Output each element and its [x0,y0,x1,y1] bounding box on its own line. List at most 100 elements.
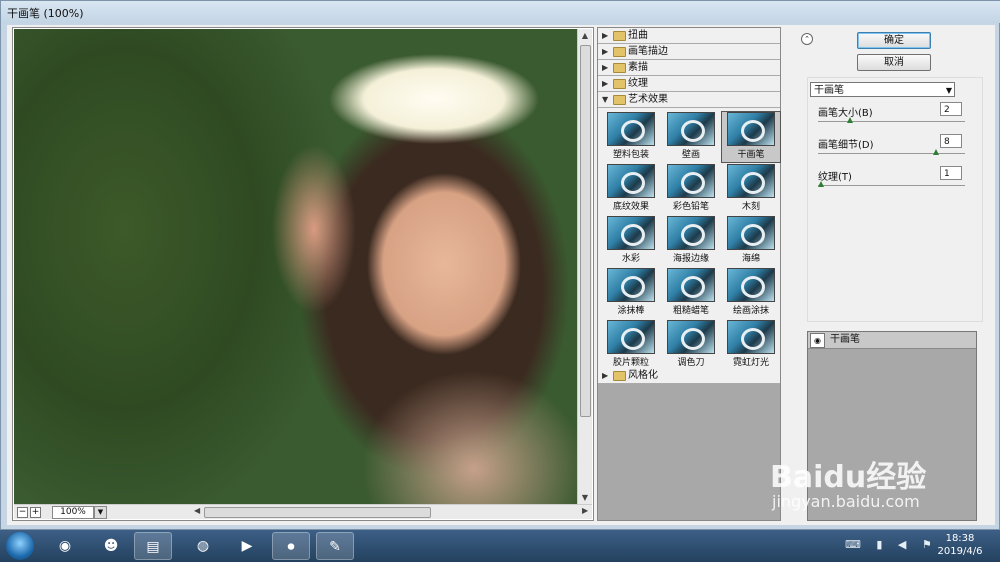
filter-name: 彩色铅笔 [672,202,709,212]
filter-neon-glow[interactable]: 霓虹灯光 [722,320,780,370]
filter-poster-edges[interactable]: 海报边缘 [662,216,720,266]
param-brush-detail: 画笔细节(D) 8 [818,134,968,166]
filter-thumbnail [667,112,715,146]
slider-track[interactable] [818,185,965,186]
category-label: 艺术效果 [628,94,668,105]
category-label: 纹理 [628,78,648,89]
category-artistic[interactable]: ▼ 艺术效果 [598,92,780,108]
qq-app-icon[interactable]: ☻ [92,532,130,560]
expand-arrow-icon[interactable]: ▶ [602,44,608,59]
filter-thumbnail [607,164,655,198]
category-sketch[interactable]: ▶ 素描 [598,60,780,76]
filter-name: 胶片颗粒 [612,358,649,368]
filter-watercolor[interactable]: 水彩 [602,216,660,266]
zoom-value[interactable]: 100% [52,506,94,519]
window-title: 干画笔 (100%) [7,7,84,20]
expand-arrow-icon[interactable]: ▶ [602,368,608,383]
scroll-left-icon[interactable]: ◀ [194,506,200,515]
preview-pane: ▲ ▼ − + 100% ▼ ◀ ▶ [12,27,594,521]
expand-arrow-icon[interactable]: ▶ [602,60,608,75]
filter-name: 调色刀 [677,358,705,368]
photoshop-app-icon[interactable]: ✎ [316,532,354,560]
start-button[interactable] [6,532,34,560]
slider-knob[interactable] [933,149,940,155]
zoom-in-button[interactable]: + [30,507,41,518]
vertical-scroll-thumb[interactable] [580,45,591,417]
clock[interactable]: 18:38 2019/4/6 [932,532,988,558]
eye-icon[interactable]: ◉ [810,333,825,348]
category-label: 扭曲 [628,30,648,41]
slider-track[interactable] [818,153,965,154]
param-value-input[interactable]: 2 [940,102,962,116]
cancel-button[interactable]: 取消 [857,54,931,71]
filter-plastic-wrap[interactable]: 塑料包装 [602,112,660,162]
filter-thumbnail [727,112,775,146]
slider-knob[interactable] [846,117,853,123]
category-brush-strokes[interactable]: ▶ 画笔描边 [598,44,780,60]
filter-colored-pencil[interactable]: 彩色铅笔 [662,164,720,214]
filter-palette-knife[interactable]: 调色刀 [662,320,720,370]
folder-icon [613,371,626,381]
scroll-right-icon[interactable]: ▶ [582,506,588,515]
param-brush-size: 画笔大小(B) 2 [818,102,968,134]
recorder-app-icon[interactable]: ⏺ [272,532,310,560]
watermark-brand: Baidu经验 [770,460,927,495]
horizontal-scroll-thumb[interactable] [204,507,431,518]
slider-track[interactable] [818,121,965,122]
clock-time: 18:38 [945,533,975,544]
clock-date: 2019/4/6 [937,546,983,557]
folder-icon [613,95,626,105]
effect-layer-name: 干画笔 [830,334,860,345]
filter-underpainting[interactable]: 底纹效果 [602,164,660,214]
video-app-icon[interactable]: ▶ [228,532,266,560]
category-stylize[interactable]: ▶ 风格化 [598,368,780,384]
filter-fresco[interactable]: 壁画 [662,112,720,162]
browser-app-icon[interactable]: ◉ [46,532,84,560]
category-texture[interactable]: ▶ 纹理 [598,76,780,92]
filter-thumbnail-grid: 塑料包装 壁画 干画笔 底纹效果 彩色铅笔 木刻 水彩 海报边缘 海绵 涂抹棒 … [598,108,781,370]
title-bar[interactable]: 干画笔 (100%) [1,1,1000,23]
filter-rough-pastels[interactable]: 粗糙蜡笔 [662,268,720,318]
filter-thumbnail [667,268,715,302]
ok-button[interactable]: 确定 [857,32,931,49]
folder-icon [613,31,626,41]
scroll-up-icon[interactable]: ▲ [580,31,590,41]
param-value-input[interactable]: 1 [940,166,962,180]
filter-paint-daubs[interactable]: 绘画涂抹 [722,268,780,318]
preview-image[interactable] [14,29,577,505]
collapse-arrow-icon[interactable]: ▼ [602,92,608,107]
filter-film-grain[interactable]: 胶片颗粒 [602,320,660,370]
firefox-app-icon[interactable]: ◍ [184,532,222,560]
filter-name: 木刻 [741,202,760,212]
filter-thumbnail [607,112,655,146]
vertical-scrollbar[interactable]: ▲ ▼ [577,29,592,505]
scroll-down-icon[interactable]: ▼ [580,493,590,503]
system-tray[interactable]: ⌨ ▮ ◀ ⚑ [845,538,938,551]
watermark-url: jingyan.baidu.com [772,492,920,511]
category-label: 画笔描边 [628,46,668,57]
filter-settings: 干画笔 ▼ 画笔大小(B) 2 画笔细节(D) 8 纹理(T) 1 [807,77,983,322]
filter-smudge-stick[interactable]: 涂抹棒 [602,268,660,318]
param-value-input[interactable]: 8 [940,134,962,148]
baidu-watermark: Baidu经验 jingyan.baidu.com [770,452,927,511]
zoom-dropdown-icon[interactable]: ▼ [94,506,107,519]
category-distort[interactable]: ▶ 扭曲 [598,28,780,44]
filter-select-value: 干画笔 [814,85,844,96]
filter-sponge[interactable]: 海绵 [722,216,780,266]
filter-thumbnail [727,164,775,198]
filter-cutout[interactable]: 木刻 [722,164,780,214]
expand-arrow-icon[interactable]: ▶ [602,28,608,43]
zoom-out-button[interactable]: − [17,507,28,518]
filter-thumbnail [727,268,775,302]
slider-knob[interactable] [818,181,824,187]
expand-arrow-icon[interactable]: ▶ [602,76,608,91]
filter-dry-brush[interactable]: 干画笔 [721,111,781,163]
collapse-gallery-icon[interactable]: ⌃ [801,33,813,45]
filter-thumbnail [727,216,775,250]
filter-name: 干画笔 [737,150,765,160]
filter-select[interactable]: 干画笔 ▼ [810,82,955,97]
filter-gallery: ▶ 扭曲 ▶ 画笔描边 ▶ 素描 ▶ 纹理 ▼ 艺术效果 塑料包装 壁画 干画笔… [597,27,781,521]
file-explorer-icon[interactable]: ▤ [134,532,172,560]
filter-thumbnail [607,216,655,250]
effect-layer-row[interactable]: ◉ 干画笔 [808,332,976,349]
